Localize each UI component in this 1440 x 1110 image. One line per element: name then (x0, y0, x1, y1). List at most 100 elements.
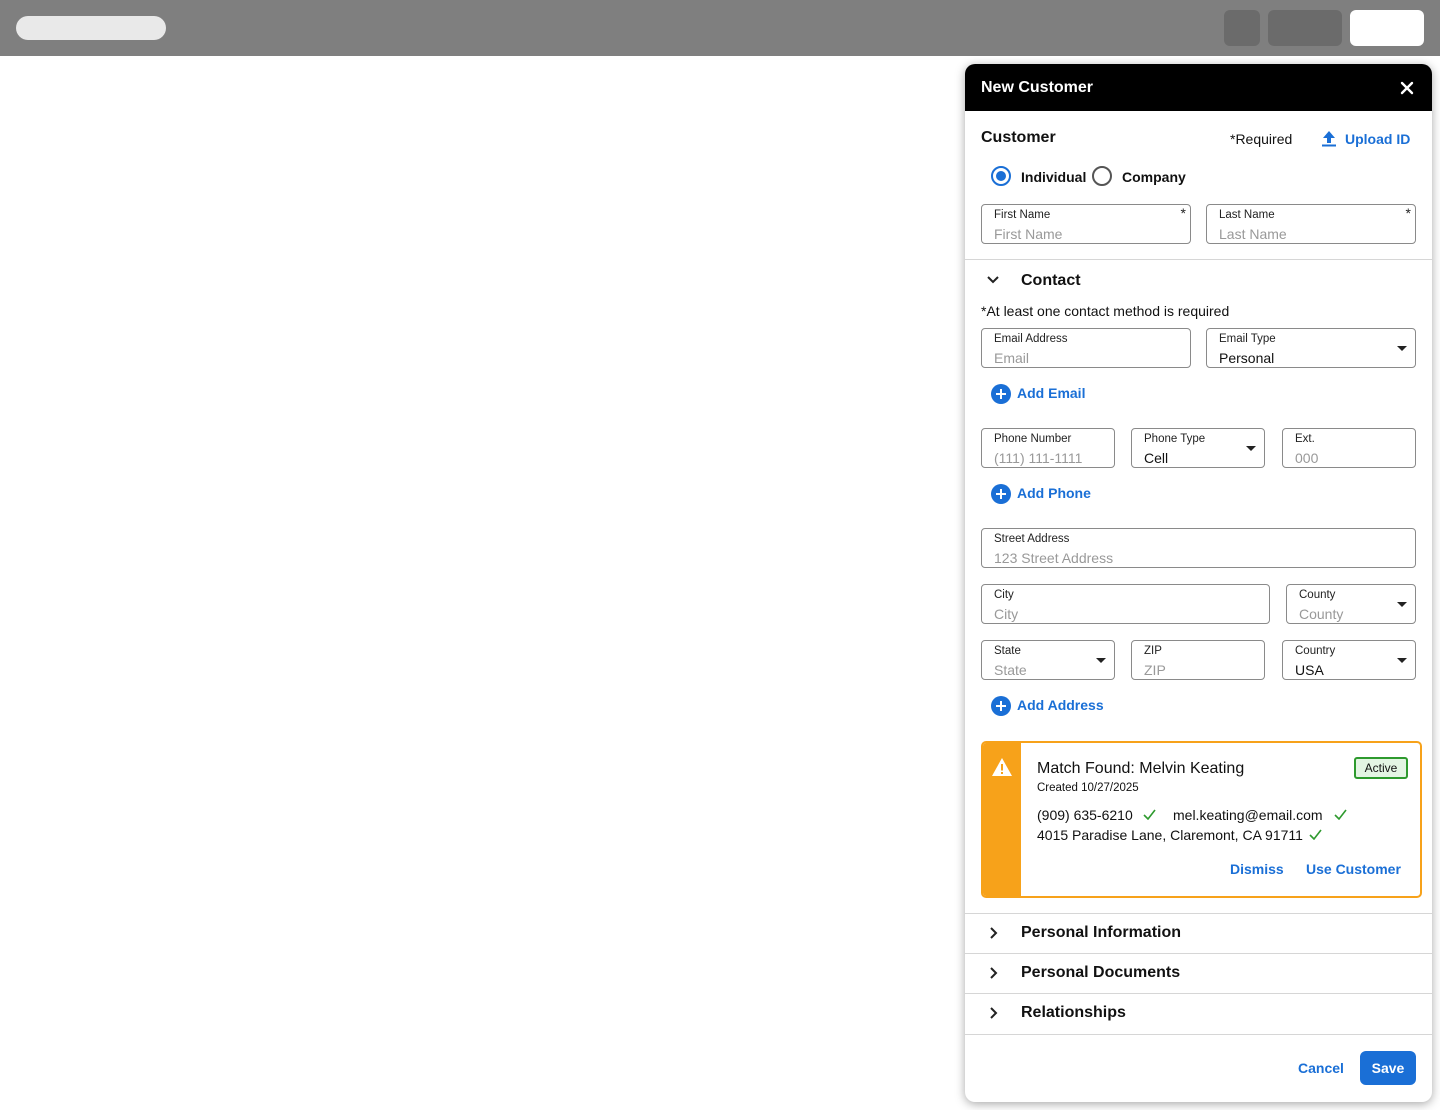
zip-label: ZIP (1144, 645, 1162, 657)
chevron-right-icon (990, 1007, 998, 1019)
add-email-button[interactable]: Add Email (991, 384, 1101, 404)
toolbar-button[interactable] (1268, 10, 1342, 46)
required-note: *Required (1230, 131, 1293, 147)
city-placeholder: City (994, 606, 1019, 622)
required-star: * (1405, 205, 1411, 221)
zip-field[interactable]: ZIP ZIP (1131, 640, 1265, 680)
country-select[interactable]: Country USA (1282, 640, 1416, 680)
dismiss-button[interactable]: Dismiss (1230, 861, 1284, 877)
email-type-label: Email Type (1219, 333, 1276, 345)
section-label: Relationships (1021, 1004, 1126, 1021)
customer-heading: Customer (981, 129, 1056, 146)
panel-header: New Customer (965, 64, 1432, 111)
street-address-placeholder: 123 Street Address (994, 550, 1114, 566)
chevron-right-icon (990, 927, 998, 939)
plus-circle-icon (991, 484, 1011, 504)
contact-heading: Contact (1021, 272, 1081, 289)
city-label: City (994, 589, 1014, 601)
match-card-accent (983, 743, 1021, 896)
first-name-label: First Name (994, 209, 1051, 221)
add-phone-button[interactable]: Add Phone (991, 484, 1101, 504)
phone-type-label: Phone Type (1144, 433, 1206, 445)
country-value: USA (1295, 662, 1324, 678)
match-address: 4015 Paradise Lane, Claremont, CA 91711 (1037, 827, 1303, 843)
top-bar (0, 0, 1440, 56)
ext-label: Ext. (1295, 433, 1315, 445)
phone-number-field[interactable]: Phone Number (111) 111-1111 (981, 428, 1115, 468)
dropdown-caret-icon (1096, 658, 1106, 663)
match-found-card: Match Found: Melvin Keating Created 10/2… (981, 741, 1422, 898)
county-select[interactable]: County County (1286, 584, 1416, 624)
state-label: State (994, 645, 1021, 657)
phone-type-select[interactable]: Phone Type Cell (1131, 428, 1265, 468)
toolbar-button[interactable] (1224, 10, 1260, 46)
panel-title: New Customer (981, 79, 1094, 96)
city-field[interactable]: City City (981, 584, 1270, 624)
phone-type-value: Cell (1144, 450, 1169, 466)
last-name-label: Last Name (1219, 209, 1275, 221)
match-phone: (909) 635-6210 (1037, 807, 1133, 823)
plus-circle-icon (991, 384, 1011, 404)
toolbar-button[interactable] (1350, 10, 1424, 46)
email-placeholder: Email (994, 350, 1030, 366)
state-placeholder: State (994, 662, 1027, 678)
county-placeholder: County (1299, 606, 1344, 622)
check-icon (1309, 829, 1322, 840)
dropdown-caret-icon (1397, 346, 1407, 351)
warning-icon (992, 758, 1012, 776)
save-button[interactable]: Save (1360, 1051, 1416, 1085)
first-name-placeholder: First Name (994, 226, 1063, 242)
radio-company[interactable] (1092, 166, 1112, 186)
cancel-button[interactable]: Cancel (1298, 1060, 1344, 1076)
state-select[interactable]: State State (981, 640, 1115, 680)
phone-number-placeholder: (111) 111-1111 (994, 450, 1083, 466)
upload-id-button[interactable]: Upload ID (1321, 129, 1421, 149)
plus-circle-icon (991, 696, 1011, 716)
email-field[interactable]: Email Address Email (981, 328, 1191, 368)
ext-field[interactable]: Ext. 000 (1282, 428, 1416, 468)
contact-section-toggle[interactable]: Contact (965, 264, 1432, 296)
radio-individual[interactable] (991, 166, 1011, 186)
add-email-label: Add Email (1017, 385, 1086, 401)
match-title: Match Found: Melvin Keating (1037, 760, 1245, 777)
dropdown-caret-icon (1397, 602, 1407, 607)
email-type-select[interactable]: Email Type Personal (1206, 328, 1416, 368)
street-address-label: Street Address (994, 533, 1070, 545)
search-bar[interactable] (16, 16, 166, 40)
last-name-placeholder: Last Name (1219, 226, 1287, 242)
add-address-button[interactable]: Add Address (991, 696, 1111, 716)
close-icon[interactable] (1396, 77, 1418, 99)
match-created-date: Created 10/27/2025 (1037, 782, 1139, 794)
section-relationships[interactable]: Relationships (965, 993, 1432, 1033)
status-badge: Active (1354, 757, 1408, 779)
check-icon (1143, 809, 1156, 820)
add-address-label: Add Address (1017, 697, 1104, 713)
ext-placeholder: 000 (1295, 450, 1319, 466)
section-personal-information[interactable]: Personal Information (965, 913, 1432, 953)
county-label: County (1299, 589, 1336, 601)
section-personal-documents[interactable]: Personal Documents (965, 953, 1432, 993)
chevron-right-icon (990, 967, 998, 979)
new-customer-panel: New Customer Customer *Required Upload I… (965, 64, 1432, 1102)
match-email: mel.keating@email.com (1173, 807, 1323, 823)
chevron-down-icon (987, 276, 999, 284)
email-label: Email Address (994, 333, 1068, 345)
upload-icon (1322, 131, 1336, 147)
first-name-field[interactable]: First Name First Name * (981, 204, 1191, 244)
country-label: Country (1295, 645, 1336, 657)
radio-company-label: Company (1122, 169, 1186, 185)
dropdown-caret-icon (1246, 446, 1256, 451)
use-customer-button[interactable]: Use Customer (1306, 861, 1401, 877)
section-label: Personal Information (1021, 924, 1182, 941)
email-type-value: Personal (1219, 350, 1275, 366)
add-phone-label: Add Phone (1017, 485, 1091, 501)
phone-number-label: Phone Number (994, 433, 1072, 445)
footer-divider (965, 1034, 1432, 1035)
radio-individual-label: Individual (1021, 169, 1087, 185)
required-star: * (1180, 205, 1186, 221)
upload-id-label: Upload ID (1345, 131, 1411, 147)
street-address-field[interactable]: Street Address 123 Street Address (981, 528, 1416, 568)
last-name-field[interactable]: Last Name Last Name * (1206, 204, 1416, 244)
dropdown-caret-icon (1397, 658, 1407, 663)
divider (965, 259, 1432, 260)
